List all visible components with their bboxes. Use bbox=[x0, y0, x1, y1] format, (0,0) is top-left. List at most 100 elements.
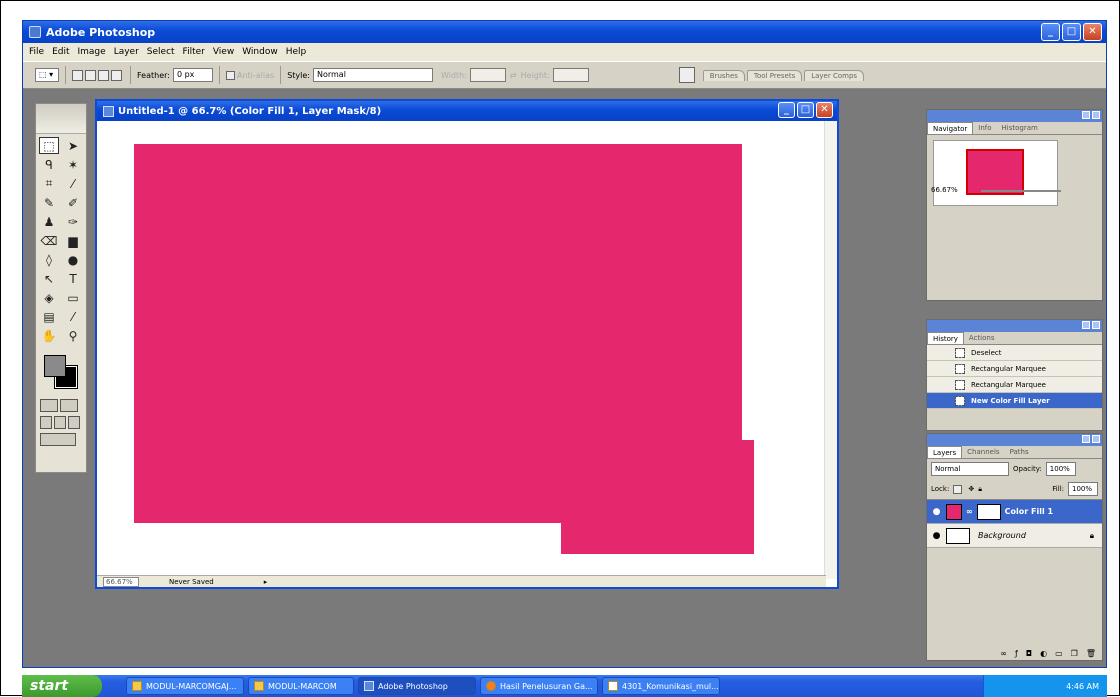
notes-tool-icon[interactable]: ▤ bbox=[39, 308, 59, 325]
width-input[interactable] bbox=[469, 68, 506, 82]
crop-tool-icon[interactable]: ⌗ bbox=[39, 175, 59, 192]
style-select[interactable]: Normal bbox=[312, 68, 433, 82]
layer-style-icon[interactable]: ƒ bbox=[1015, 649, 1018, 658]
tab-info[interactable]: Info bbox=[973, 122, 996, 134]
foreground-color-swatch[interactable] bbox=[44, 355, 66, 377]
eyedropper-icon[interactable]: ⁄ bbox=[63, 308, 83, 325]
tab-tool-presets[interactable]: Tool Presets bbox=[746, 69, 803, 81]
zoom-slider[interactable] bbox=[981, 190, 1061, 192]
standard-mode-button[interactable] bbox=[40, 399, 58, 412]
vertical-scrollbar[interactable] bbox=[824, 121, 837, 579]
zoom-field[interactable]: 66.67% bbox=[103, 576, 139, 587]
quick-mask-button[interactable] bbox=[60, 399, 78, 412]
menu-help[interactable]: Help bbox=[286, 47, 307, 57]
history-item-selected[interactable]: New Color Fill Layer bbox=[927, 393, 1102, 409]
canvas[interactable] bbox=[97, 121, 826, 579]
screen-mode-standard[interactable] bbox=[40, 416, 52, 429]
menu-image[interactable]: Image bbox=[78, 47, 106, 57]
layer-row-background[interactable]: ● Background 🔒︎ bbox=[927, 524, 1102, 548]
type-tool-icon[interactable]: T bbox=[63, 270, 83, 287]
layer-mask-thumbnail[interactable] bbox=[976, 503, 1001, 520]
tab-history[interactable]: History bbox=[927, 332, 964, 344]
subtract-selection-icon[interactable] bbox=[98, 69, 109, 81]
history-item[interactable]: Rectangular Marquee bbox=[927, 361, 1102, 377]
lock-transparency-icon[interactable] bbox=[953, 484, 963, 494]
blur-tool-icon[interactable]: ◊ bbox=[39, 251, 59, 268]
blend-mode-select[interactable]: Normal bbox=[931, 462, 1009, 476]
dodge-tool-icon[interactable]: ● bbox=[63, 251, 83, 268]
tab-brushes[interactable]: Brushes bbox=[702, 69, 745, 81]
slice-tool-icon[interactable]: ⁄ bbox=[63, 175, 83, 192]
tab-paths[interactable]: Paths bbox=[1005, 446, 1034, 458]
eye-icon[interactable]: ● bbox=[931, 506, 942, 517]
new-layer-icon[interactable]: ❐ bbox=[1071, 649, 1078, 658]
gradient-tool-icon[interactable]: ▆ bbox=[63, 232, 83, 249]
layer-row-color-fill[interactable]: ● ∞ Color Fill 1 bbox=[927, 500, 1102, 524]
menu-filter[interactable]: Filter bbox=[183, 47, 205, 57]
screen-mode-full-menu[interactable] bbox=[54, 416, 66, 429]
history-item[interactable]: Rectangular Marquee bbox=[927, 377, 1102, 393]
feather-input[interactable]: 0 px bbox=[172, 68, 213, 82]
magic-wand-icon[interactable]: ✶ bbox=[63, 156, 83, 173]
navigator-view-box[interactable] bbox=[966, 149, 1024, 195]
start-button[interactable]: start bbox=[22, 675, 102, 697]
lock-position-icon[interactable]: ✥ bbox=[968, 485, 974, 493]
menu-view[interactable]: View bbox=[213, 47, 234, 57]
new-selection-icon[interactable] bbox=[72, 69, 83, 81]
lock-all-icon[interactable]: 🔒︎ bbox=[978, 485, 982, 494]
menu-edit[interactable]: Edit bbox=[52, 47, 69, 57]
taskbar-item-active[interactable]: Adobe Photoshop bbox=[358, 677, 476, 695]
doc-minimize-button[interactable]: _ bbox=[778, 102, 795, 118]
menu-layer[interactable]: Layer bbox=[114, 47, 139, 57]
tab-layers[interactable]: Layers bbox=[927, 446, 963, 458]
history-item[interactable]: Deselect bbox=[927, 345, 1102, 361]
tab-navigator[interactable]: Navigator bbox=[927, 122, 974, 134]
document-titlebar[interactable]: Untitled-1 @ 66.7% (Color Fill 1, Layer … bbox=[97, 101, 837, 121]
menu-select[interactable]: Select bbox=[147, 47, 175, 57]
path-selection-icon[interactable]: ↖ bbox=[39, 270, 59, 287]
taskbar-item[interactable]: MODUL-MARCOMGAJ... bbox=[126, 677, 244, 695]
delete-layer-icon[interactable]: 🗑︎ bbox=[1086, 649, 1096, 658]
maximize-button[interactable]: □ bbox=[1062, 23, 1081, 41]
close-button[interactable]: ✕ bbox=[1083, 23, 1102, 41]
tab-layer-comps[interactable]: Layer Comps bbox=[804, 69, 865, 81]
screen-mode-full[interactable] bbox=[68, 416, 80, 429]
zoom-tool-icon[interactable]: ⚲ bbox=[63, 327, 83, 344]
menu-file[interactable]: File bbox=[29, 47, 44, 57]
clock[interactable]: 4:46 AM bbox=[1066, 682, 1099, 691]
jump-to-imageready-button[interactable] bbox=[40, 433, 76, 446]
new-group-icon[interactable]: ▭ bbox=[1055, 649, 1063, 658]
taskbar-item[interactable]: 4301_Komunikasi_mul... bbox=[602, 677, 720, 695]
move-tool-icon[interactable]: ➤ bbox=[63, 137, 83, 154]
link-layers-icon[interactable]: ∞ bbox=[1000, 649, 1007, 658]
history-brush-icon[interactable]: ✑ bbox=[63, 213, 83, 230]
hand-tool-icon[interactable]: ✋ bbox=[39, 327, 59, 344]
menu-window[interactable]: Window bbox=[242, 47, 278, 57]
doc-maximize-button[interactable]: □ bbox=[797, 102, 814, 118]
eraser-tool-icon[interactable]: ⌫ bbox=[39, 232, 59, 249]
minimize-button[interactable]: _ bbox=[1041, 23, 1060, 41]
status-menu-arrow[interactable]: ▸ bbox=[264, 578, 268, 586]
tab-channels[interactable]: Channels bbox=[962, 446, 1004, 458]
fill-input[interactable]: 100% bbox=[1068, 482, 1098, 496]
clone-stamp-icon[interactable]: ♟ bbox=[39, 213, 59, 230]
eye-icon[interactable]: ● bbox=[931, 530, 942, 541]
taskbar-item[interactable]: MODUL-MARCOM bbox=[248, 677, 354, 695]
navigator-zoom[interactable]: 66.67% bbox=[931, 186, 958, 296]
healing-brush-icon[interactable]: ✎ bbox=[39, 194, 59, 211]
app-titlebar[interactable]: Adobe Photoshop _ □ ✕ bbox=[23, 21, 1106, 43]
height-input[interactable] bbox=[552, 68, 589, 82]
add-mask-icon[interactable]: ◘ bbox=[1026, 649, 1032, 658]
opacity-input[interactable]: 100% bbox=[1045, 462, 1076, 476]
antialias-checkbox[interactable] bbox=[225, 70, 235, 80]
swap-icon[interactable]: ⇄ bbox=[510, 71, 517, 80]
tab-actions[interactable]: Actions bbox=[964, 332, 1000, 344]
tab-histogram[interactable]: Histogram bbox=[997, 122, 1043, 134]
intersect-selection-icon[interactable] bbox=[111, 69, 122, 81]
shape-tool-icon[interactable]: ▭ bbox=[63, 289, 83, 306]
add-selection-icon[interactable] bbox=[85, 69, 96, 81]
tool-preset-picker[interactable]: ⬚ ▾ bbox=[35, 68, 59, 82]
brush-tool-icon[interactable]: ✐ bbox=[63, 194, 83, 211]
lasso-tool-icon[interactable]: ᑫ bbox=[39, 156, 59, 173]
file-browser-icon[interactable] bbox=[678, 67, 695, 83]
